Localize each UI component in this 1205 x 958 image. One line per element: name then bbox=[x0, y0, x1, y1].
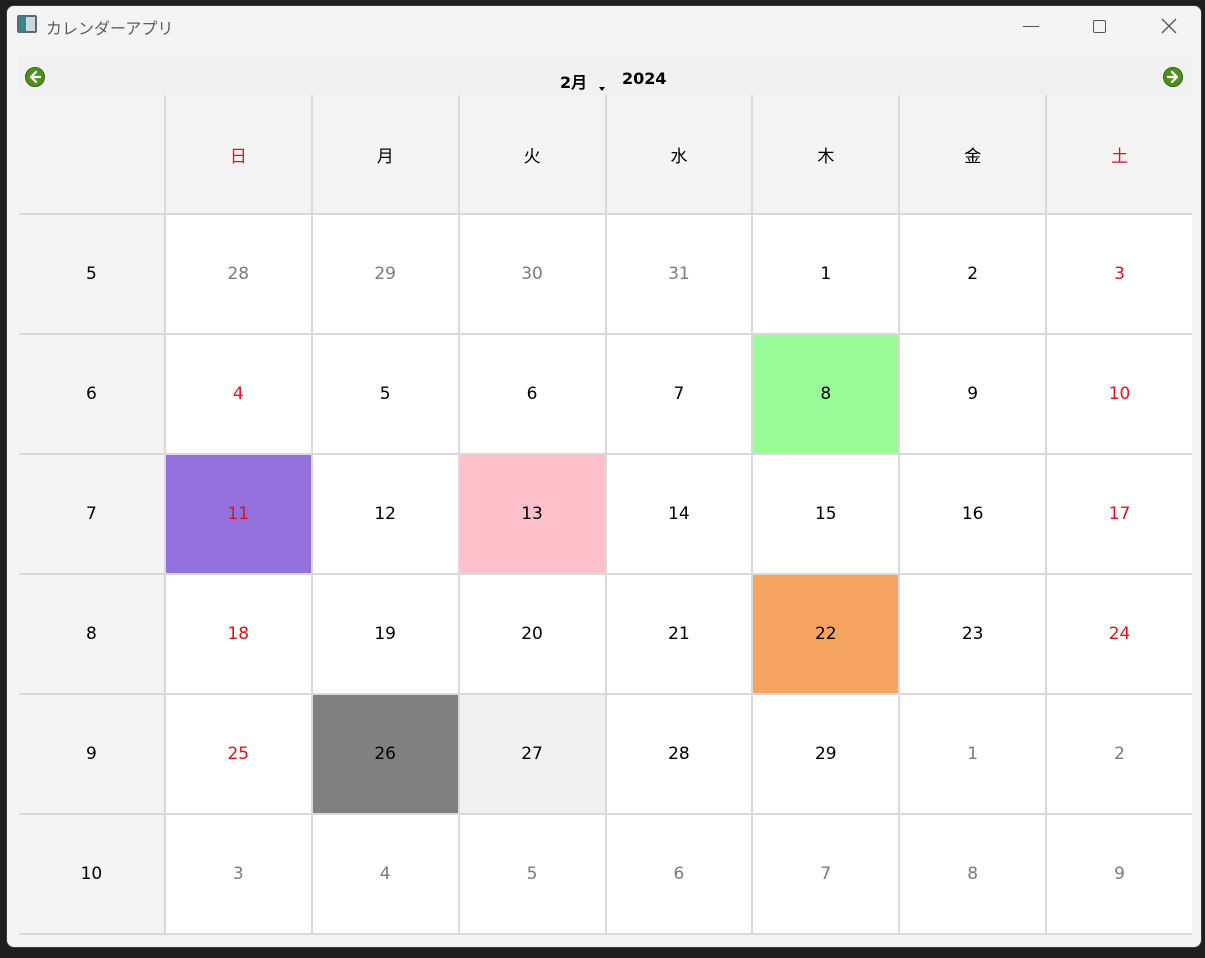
maximize-button[interactable] bbox=[1065, 6, 1133, 46]
calendar-window: カレンダーアプリ 2月 2024 日 月 火 水 木 金 土 5 28 29 3… bbox=[6, 5, 1202, 948]
minimize-icon bbox=[1023, 25, 1039, 27]
day-cell[interactable]: 25 bbox=[165, 695, 311, 813]
month-selector[interactable]: 2月 bbox=[560, 69, 587, 93]
week-number: 5 bbox=[19, 215, 164, 333]
weekday-header-mon: 月 bbox=[312, 95, 458, 213]
day-cell-today[interactable]: 27 bbox=[459, 695, 605, 813]
day-cell[interactable]: 24 bbox=[1047, 575, 1192, 693]
weekday-header-thu: 木 bbox=[753, 95, 899, 213]
day-cell[interactable]: 29 bbox=[753, 695, 899, 813]
day-cell[interactable]: 30 bbox=[459, 215, 605, 333]
weekday-header-sun: 日 bbox=[165, 95, 311, 213]
weekday-header-fri: 金 bbox=[900, 95, 1046, 213]
window-title: カレンダーアプリ bbox=[46, 19, 174, 38]
day-cell[interactable]: 28 bbox=[165, 215, 311, 333]
arrow-right-icon bbox=[1166, 70, 1179, 84]
day-cell[interactable]: 31 bbox=[606, 215, 752, 333]
day-cell-highlighted[interactable]: 11 bbox=[165, 455, 311, 573]
weekday-header-sat: 土 bbox=[1047, 95, 1192, 213]
minimize-button[interactable] bbox=[997, 6, 1065, 46]
day-cell[interactable]: 4 bbox=[165, 335, 311, 453]
weekday-header-tue: 火 bbox=[459, 95, 605, 213]
title-bar: カレンダーアプリ bbox=[7, 6, 1201, 46]
day-cell-highlighted[interactable]: 13 bbox=[459, 455, 605, 573]
year-selector[interactable]: 2024 bbox=[622, 69, 667, 88]
day-cell[interactable]: 15 bbox=[753, 455, 899, 573]
day-cell[interactable]: 3 bbox=[165, 815, 311, 933]
week-number: 7 bbox=[19, 455, 164, 573]
day-cell[interactable]: 20 bbox=[459, 575, 605, 693]
calendar-grid: 日 月 火 水 木 金 土 5 28 29 30 31 1 2 3 6 4 5 … bbox=[19, 95, 1192, 935]
day-cell[interactable]: 4 bbox=[312, 815, 458, 933]
day-cell[interactable]: 17 bbox=[1047, 455, 1192, 573]
day-cell[interactable]: 10 bbox=[1047, 335, 1192, 453]
day-cell[interactable]: 1 bbox=[900, 695, 1046, 813]
week-number: 10 bbox=[19, 815, 164, 933]
week-number-header bbox=[19, 95, 164, 213]
day-cell[interactable]: 9 bbox=[900, 335, 1046, 453]
day-cell[interactable]: 2 bbox=[1047, 695, 1192, 813]
day-cell[interactable]: 28 bbox=[606, 695, 752, 813]
day-cell[interactable]: 7 bbox=[606, 335, 752, 453]
day-cell[interactable]: 12 bbox=[312, 455, 458, 573]
day-cell[interactable]: 16 bbox=[900, 455, 1046, 573]
day-cell[interactable]: 1 bbox=[753, 215, 899, 333]
day-cell[interactable]: 3 bbox=[1047, 215, 1192, 333]
day-cell[interactable]: 23 bbox=[900, 575, 1046, 693]
day-cell[interactable]: 19 bbox=[312, 575, 458, 693]
day-cell[interactable]: 18 bbox=[165, 575, 311, 693]
day-cell-highlighted[interactable]: 22 bbox=[753, 575, 899, 693]
next-month-button[interactable] bbox=[1163, 67, 1183, 87]
day-cell[interactable]: 7 bbox=[753, 815, 899, 933]
app-icon bbox=[17, 15, 37, 33]
week-number: 9 bbox=[19, 695, 164, 813]
day-cell-highlighted[interactable]: 8 bbox=[753, 335, 899, 453]
close-button[interactable] bbox=[1135, 6, 1201, 46]
day-cell[interactable]: 5 bbox=[459, 815, 605, 933]
chevron-down-icon bbox=[599, 87, 605, 91]
day-cell[interactable]: 6 bbox=[459, 335, 605, 453]
day-cell[interactable]: 21 bbox=[606, 575, 752, 693]
day-cell[interactable]: 8 bbox=[900, 815, 1046, 933]
previous-month-button[interactable] bbox=[25, 67, 45, 87]
day-cell-selected[interactable]: 26 bbox=[312, 695, 458, 813]
day-cell[interactable]: 9 bbox=[1047, 815, 1192, 933]
maximize-icon bbox=[1092, 19, 1106, 33]
weekday-header-wed: 水 bbox=[606, 95, 752, 213]
day-cell[interactable]: 5 bbox=[312, 335, 458, 453]
arrow-left-icon bbox=[29, 70, 42, 84]
day-cell[interactable]: 14 bbox=[606, 455, 752, 573]
week-number: 6 bbox=[19, 335, 164, 453]
close-icon bbox=[1161, 18, 1177, 34]
day-cell[interactable]: 6 bbox=[606, 815, 752, 933]
day-cell[interactable]: 29 bbox=[312, 215, 458, 333]
month-navigation: 2月 2024 bbox=[19, 56, 1193, 96]
day-cell[interactable]: 2 bbox=[900, 215, 1046, 333]
week-number: 8 bbox=[19, 575, 164, 693]
